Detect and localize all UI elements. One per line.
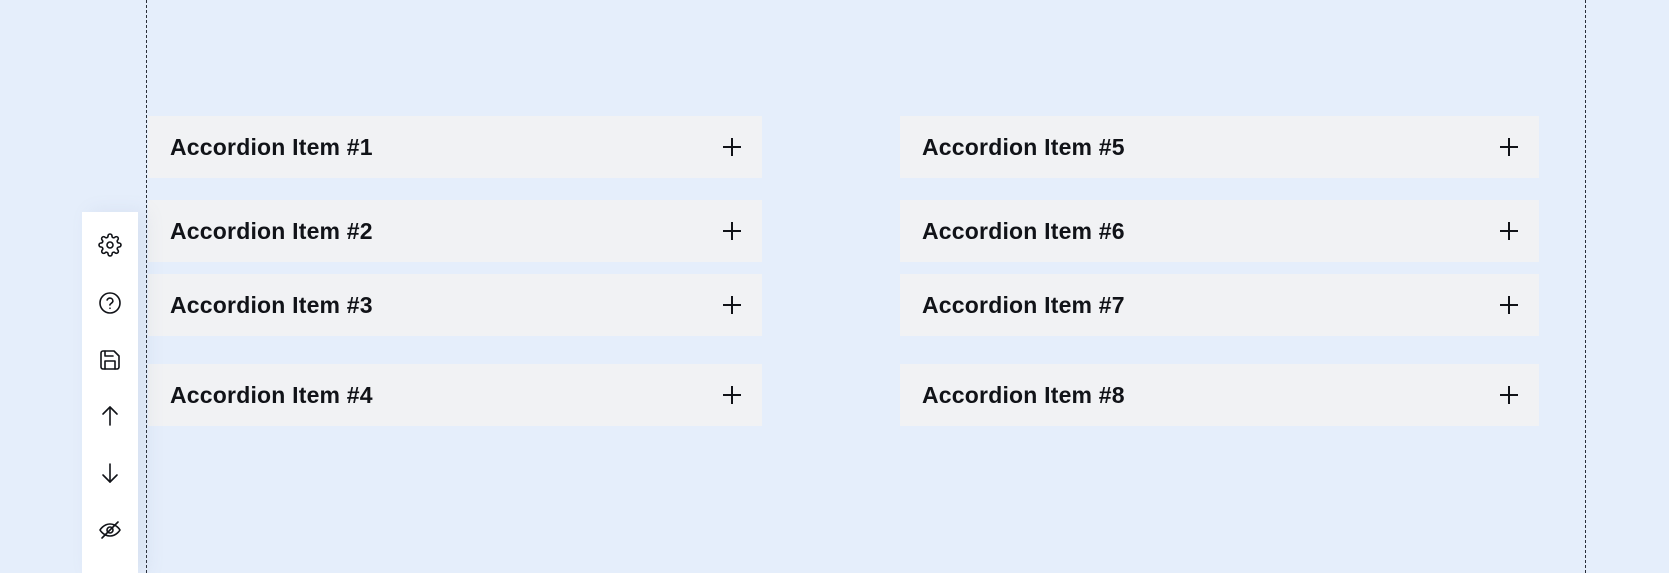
plus-icon[interactable] <box>722 385 742 405</box>
help-circle-icon <box>98 291 122 320</box>
plus-icon[interactable] <box>1499 137 1519 157</box>
move-down-button[interactable] <box>82 455 138 495</box>
section-guide-right <box>1585 0 1586 573</box>
accordion-item-5[interactable]: Accordion Item #5 <box>900 116 1539 178</box>
accordion-item-2[interactable]: Accordion Item #2 <box>148 200 762 262</box>
accordion-item-4[interactable]: Accordion Item #4 <box>148 364 762 426</box>
plus-icon[interactable] <box>1499 221 1519 241</box>
accordion-item-title: Accordion Item #2 <box>170 217 373 244</box>
accordion-item-7[interactable]: Accordion Item #7 <box>900 274 1539 336</box>
accordion-item-3[interactable]: Accordion Item #3 <box>148 274 762 336</box>
accordion-item-title: Accordion Item #6 <box>922 217 1125 244</box>
move-up-button[interactable] <box>82 398 138 438</box>
settings-button[interactable] <box>82 227 138 267</box>
eye-off-icon <box>98 518 122 547</box>
arrow-up-icon <box>98 404 122 433</box>
accordion-item-title: Accordion Item #8 <box>922 381 1125 408</box>
save-icon <box>98 348 122 377</box>
plus-icon[interactable] <box>722 137 742 157</box>
arrow-down-icon <box>98 461 122 490</box>
accordion-item-title: Accordion Item #1 <box>170 133 373 160</box>
help-button[interactable] <box>82 285 138 325</box>
hide-button[interactable] <box>82 512 138 552</box>
section-toolbar <box>82 212 138 573</box>
plus-icon[interactable] <box>722 221 742 241</box>
plus-icon[interactable] <box>722 295 742 315</box>
accordion-item-title: Accordion Item #3 <box>170 291 373 318</box>
accordion-item-1[interactable]: Accordion Item #1 <box>148 116 762 178</box>
accordion-item-title: Accordion Item #7 <box>922 291 1125 318</box>
plus-icon[interactable] <box>1499 295 1519 315</box>
accordion-item-title: Accordion Item #4 <box>170 381 373 408</box>
accordion-item-6[interactable]: Accordion Item #6 <box>900 200 1539 262</box>
plus-icon[interactable] <box>1499 385 1519 405</box>
section-guide-left <box>146 0 147 573</box>
accordion-item-8[interactable]: Accordion Item #8 <box>900 364 1539 426</box>
save-button[interactable] <box>82 342 138 382</box>
editor-canvas: Accordion Item #1 Accordion Item #2 Acco… <box>0 0 1669 573</box>
gear-icon <box>98 232 122 262</box>
accordion-item-title: Accordion Item #5 <box>922 133 1125 160</box>
